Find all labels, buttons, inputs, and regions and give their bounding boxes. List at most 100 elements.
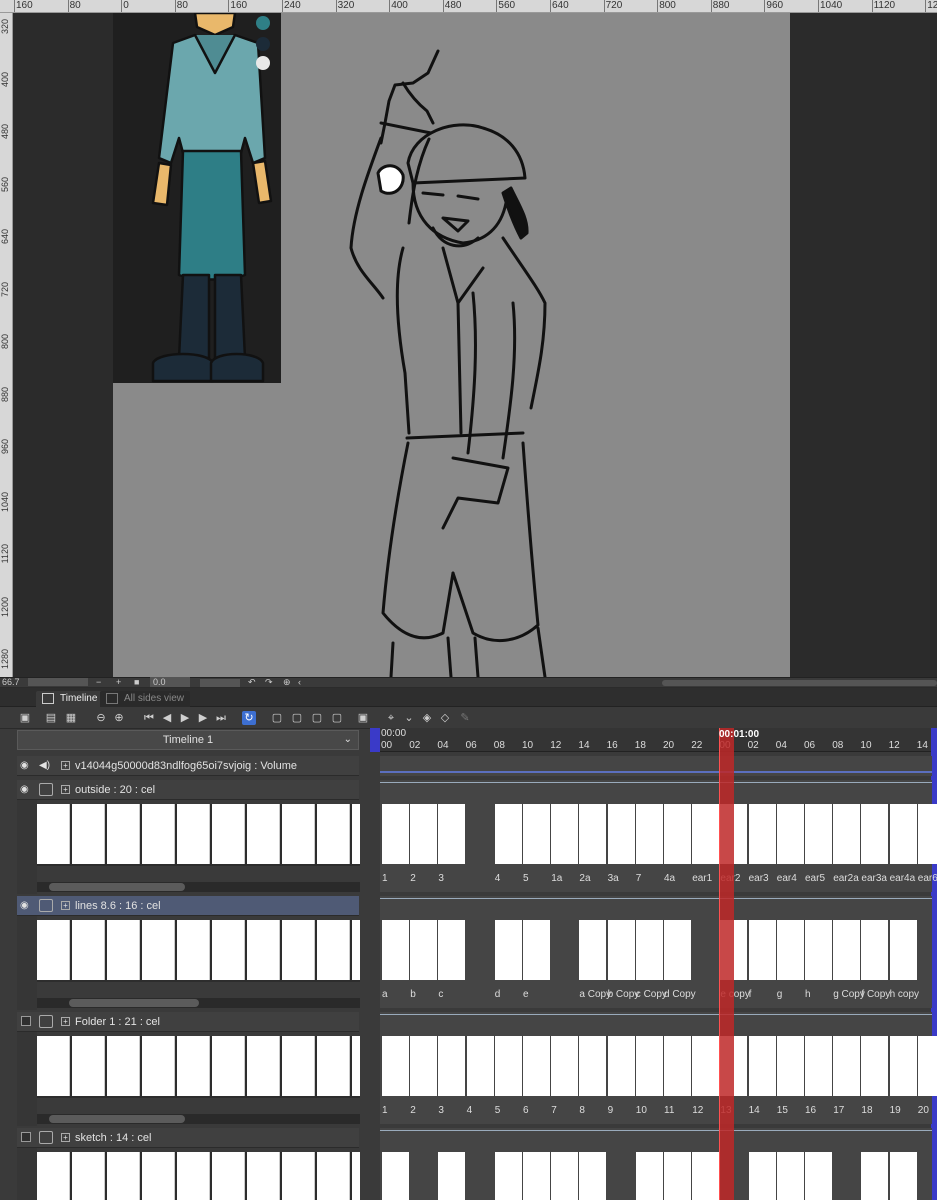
frame-cel[interactable]	[748, 804, 776, 864]
eye-icon[interactable]: ◉	[20, 760, 32, 772]
flip-icon[interactable]: ‹	[298, 677, 301, 687]
cel-thumbnail[interactable]	[282, 1152, 315, 1200]
frame-cel[interactable]	[551, 1152, 579, 1200]
frame-cel[interactable]	[805, 804, 832, 864]
zoom-out-icon[interactable]: −	[96, 677, 101, 687]
audio-track-frames[interactable]	[380, 756, 932, 776]
frame-cel[interactable]	[664, 920, 691, 980]
frame-cel[interactable]	[833, 1036, 861, 1096]
expand-icon[interactable]: +	[61, 901, 70, 910]
frame-cel[interactable]	[382, 1036, 409, 1096]
frame-cel[interactable]	[861, 920, 889, 980]
frame-cel[interactable]	[579, 920, 607, 980]
delete-cel-icon[interactable]: ▢	[330, 711, 344, 725]
frame-cel[interactable]	[579, 804, 607, 864]
frame-cel[interactable]	[692, 1152, 720, 1200]
lightbox-icon[interactable]: ⌖	[384, 711, 398, 725]
lines-thumbnail-scrollbar[interactable]	[37, 998, 360, 1008]
rotation-slider[interactable]	[200, 679, 240, 687]
new-timeline-icon[interactable]: ▣	[18, 711, 32, 725]
tab-all-sides-view[interactable]: All sides view	[100, 691, 191, 707]
rotate-right-icon[interactable]: ↷	[265, 677, 273, 688]
folder-1-thumbnail-strip[interactable]: 12345678910	[37, 1036, 360, 1098]
zoom-out-timeline-icon[interactable]: ⊖	[94, 711, 108, 725]
cel-thumbnail[interactable]	[72, 804, 105, 864]
pen-icon[interactable]: ✎	[458, 711, 472, 725]
track-folder-1[interactable]: + Folder 1 : 21 : cel	[17, 1012, 359, 1032]
cel-thumbnail[interactable]	[352, 1152, 360, 1200]
frame-cel[interactable]	[805, 1036, 832, 1096]
outside-thumbnail-strip[interactable]: 11a22a33a73b44a	[37, 804, 360, 866]
track-range-bar[interactable]	[380, 782, 932, 783]
cel-thumbnail[interactable]	[247, 1036, 280, 1096]
expand-icon[interactable]: +	[61, 785, 70, 794]
zoom-slider[interactable]	[28, 678, 88, 686]
cel-thumbnail[interactable]	[317, 1152, 350, 1200]
eye-icon[interactable]: ◉	[20, 784, 32, 796]
frame-cel[interactable]	[889, 1036, 917, 1096]
frame-cel[interactable]	[748, 1036, 776, 1096]
frame-cel[interactable]	[410, 920, 438, 980]
fit-icon[interactable]: ■	[134, 677, 139, 687]
track-outside[interactable]: ◉ + outside : 20 : cel	[17, 780, 359, 800]
canvas-horizontal-scrollbar[interactable]	[662, 680, 937, 686]
track-sketch[interactable]: + sketch : 14 : cel	[17, 1128, 359, 1148]
track-lines[interactable]: ◉ + lines 8.6 : 16 : cel	[17, 896, 359, 916]
frame-cel[interactable]	[692, 804, 720, 864]
frame-cel[interactable]	[523, 920, 550, 980]
zoom-in-timeline-icon[interactable]: ⊕	[112, 711, 126, 725]
frame-cel[interactable]	[466, 1036, 494, 1096]
frame-cel[interactable]	[664, 1152, 691, 1200]
sketch-thumbnail-strip[interactable]	[37, 1152, 360, 1200]
cel-thumbnail[interactable]	[37, 1036, 70, 1096]
cel-thumbnail[interactable]	[247, 920, 280, 980]
cel-thumbnail[interactable]	[212, 920, 245, 980]
timeline-select[interactable]: Timeline 1 ⌄	[17, 730, 359, 750]
frame-cel[interactable]	[382, 804, 409, 864]
frame-cel[interactable]	[635, 804, 663, 864]
sketch-track-frames[interactable]	[380, 1128, 932, 1200]
dropdown-chevron-icon[interactable]: ⌄	[402, 711, 416, 725]
cel-thumbnail[interactable]	[247, 804, 280, 864]
cel-thumbnail[interactable]	[142, 1152, 175, 1200]
cel-thumbnail[interactable]	[177, 1152, 210, 1200]
frame-cel[interactable]	[748, 920, 776, 980]
edit-timeline-icon[interactable]: ▤	[44, 711, 58, 725]
visibility-checkbox[interactable]	[21, 1132, 31, 1142]
frame-cel[interactable]	[607, 1036, 635, 1096]
frame-cel[interactable]	[861, 804, 889, 864]
color-swatch-white[interactable]	[256, 56, 270, 70]
frame-cel[interactable]	[382, 920, 409, 980]
cel-thumbnail[interactable]	[177, 1036, 210, 1096]
cel-thumbnail[interactable]	[177, 804, 210, 864]
cel-thumbnail[interactable]	[352, 804, 360, 864]
frame-cel[interactable]	[833, 804, 861, 864]
frame-cel[interactable]	[692, 1036, 720, 1096]
frame-cel[interactable]	[776, 920, 804, 980]
color-swatch-teal[interactable]	[256, 16, 270, 30]
keyframe-icon[interactable]: ◈	[420, 711, 434, 725]
last-frame-icon[interactable]: ⏭	[214, 711, 228, 725]
expand-icon[interactable]: +	[61, 1133, 70, 1142]
frame-cel[interactable]	[410, 804, 438, 864]
frame-cel[interactable]	[523, 804, 550, 864]
cel-thumbnail[interactable]	[37, 920, 70, 980]
cel-thumbnail[interactable]	[107, 1152, 140, 1200]
frame-cel[interactable]	[410, 1036, 438, 1096]
frame-cel[interactable]	[664, 1036, 691, 1096]
frame-cel[interactable]	[494, 920, 522, 980]
frame-cel[interactable]	[635, 1152, 663, 1200]
cel-thumbnail[interactable]	[107, 1036, 140, 1096]
color-swatch-navy[interactable]	[256, 37, 270, 51]
zoom-in-icon[interactable]: +	[116, 677, 121, 687]
playhead[interactable]	[720, 728, 734, 1200]
frame-cel[interactable]	[494, 1152, 522, 1200]
cel-thumbnail[interactable]	[177, 920, 210, 980]
cel-thumbnail[interactable]	[142, 804, 175, 864]
cel-thumbnail[interactable]	[247, 1152, 280, 1200]
new-cel-icon[interactable]: ▢	[290, 711, 304, 725]
frame-cel[interactable]	[579, 1152, 607, 1200]
cel-thumbnail[interactable]	[72, 1036, 105, 1096]
new-animation-folder-icon[interactable]: ▢	[270, 711, 284, 725]
frame-cel[interactable]	[776, 804, 804, 864]
